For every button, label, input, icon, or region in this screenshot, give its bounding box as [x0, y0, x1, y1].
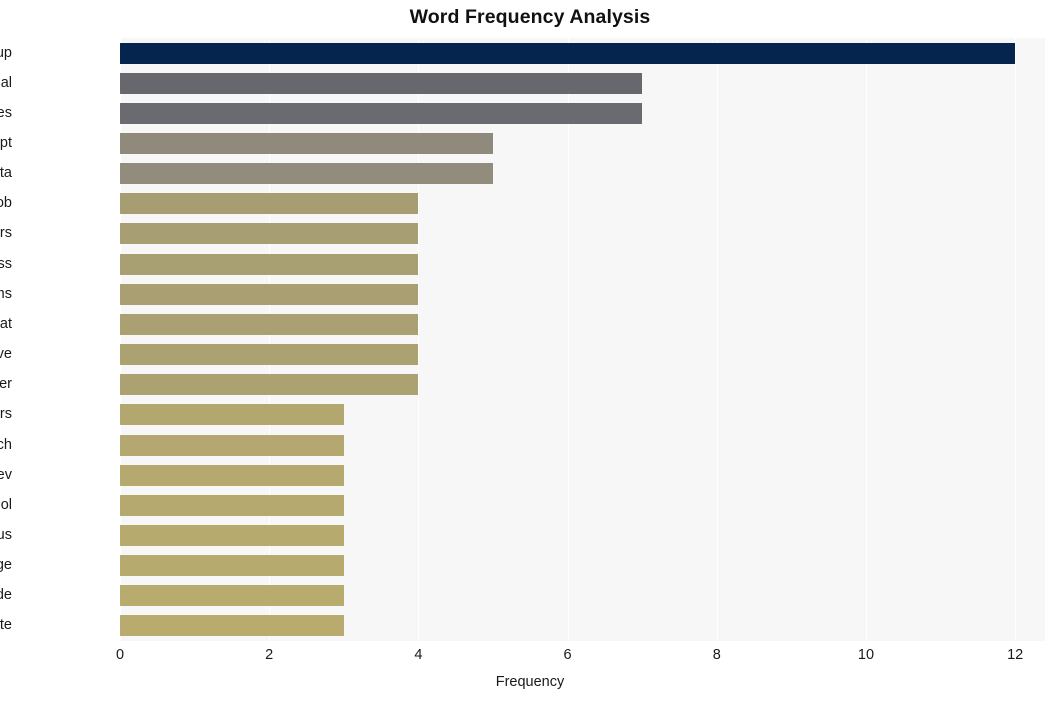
- y-axis-label: execute: [0, 617, 12, 634]
- y-axis-label: page: [0, 557, 12, 574]
- y-axis-label: rostovcev: [0, 466, 12, 483]
- bar: [120, 464, 344, 486]
- bar: [120, 42, 1016, 64]
- bar: [120, 193, 419, 215]
- bar: [120, 163, 493, 185]
- gridline-x-4: [418, 38, 420, 641]
- bar: [120, 555, 344, 577]
- y-axis-label: code: [0, 587, 12, 604]
- chart-figure: Word Frequency Analysis group steal websit…: [0, 0, 1060, 701]
- x-axis-title: Frequency: [495, 674, 565, 690]
- y-axis-label: data: [0, 165, 12, 182]
- gridline-x-10: [865, 38, 867, 641]
- x-axis-tick: 4: [414, 647, 423, 663]
- x-axis-tick: 10: [857, 647, 875, 663]
- bar: [120, 524, 344, 546]
- bar: [120, 374, 419, 396]
- y-axis-label: script: [0, 135, 12, 152]
- y-axis-label: websites: [0, 104, 12, 121]
- y-axis-label: steal: [0, 74, 12, 91]
- bar: [120, 72, 643, 94]
- y-axis-label: server: [0, 376, 12, 393]
- x-axis-tick: 2: [265, 647, 274, 663]
- y-axis-label: malicious: [0, 526, 12, 543]
- gridline-x-0: [120, 38, 121, 641]
- bar: [120, 344, 419, 366]
- y-axis-label: xss: [0, 255, 12, 272]
- y-axis-label: job: [0, 195, 12, 212]
- plot-area: [120, 38, 1045, 641]
- y-axis-label: group: [0, 44, 12, 61]
- x-axis-tick: 6: [563, 647, 572, 663]
- bar: [120, 223, 419, 245]
- bar: [120, 253, 419, 275]
- x-axis-tick: 0: [115, 647, 125, 663]
- x-axis-tick: 12: [1007, 647, 1024, 663]
- y-axis-label: actors: [0, 225, 12, 242]
- bar: [120, 404, 344, 426]
- y-axis-label: resumelooters: [0, 406, 12, 423]
- chart-title: Word Frequency Analysis: [409, 6, 651, 28]
- gridline-x-2: [269, 38, 271, 641]
- bar: [120, 313, 419, 335]
- gridline-x-8: [716, 38, 718, 641]
- y-axis-label: threat: [0, 315, 12, 332]
- bar: [120, 434, 344, 456]
- gridline-x-6: [567, 38, 569, 641]
- bar: [120, 133, 493, 155]
- gridline-x-12: [1015, 38, 1017, 641]
- y-axis-label: search: [0, 436, 12, 453]
- y-axis-label: believe: [0, 346, 12, 363]
- bar: [120, 585, 344, 607]
- bar: [120, 102, 643, 124]
- y-axis-label: tool: [0, 496, 12, 513]
- bar: [120, 283, 419, 305]
- bar: [120, 494, 344, 516]
- bar: [120, 615, 344, 637]
- y-axis-label: victims: [0, 285, 12, 302]
- x-axis-tick: 8: [712, 647, 721, 663]
